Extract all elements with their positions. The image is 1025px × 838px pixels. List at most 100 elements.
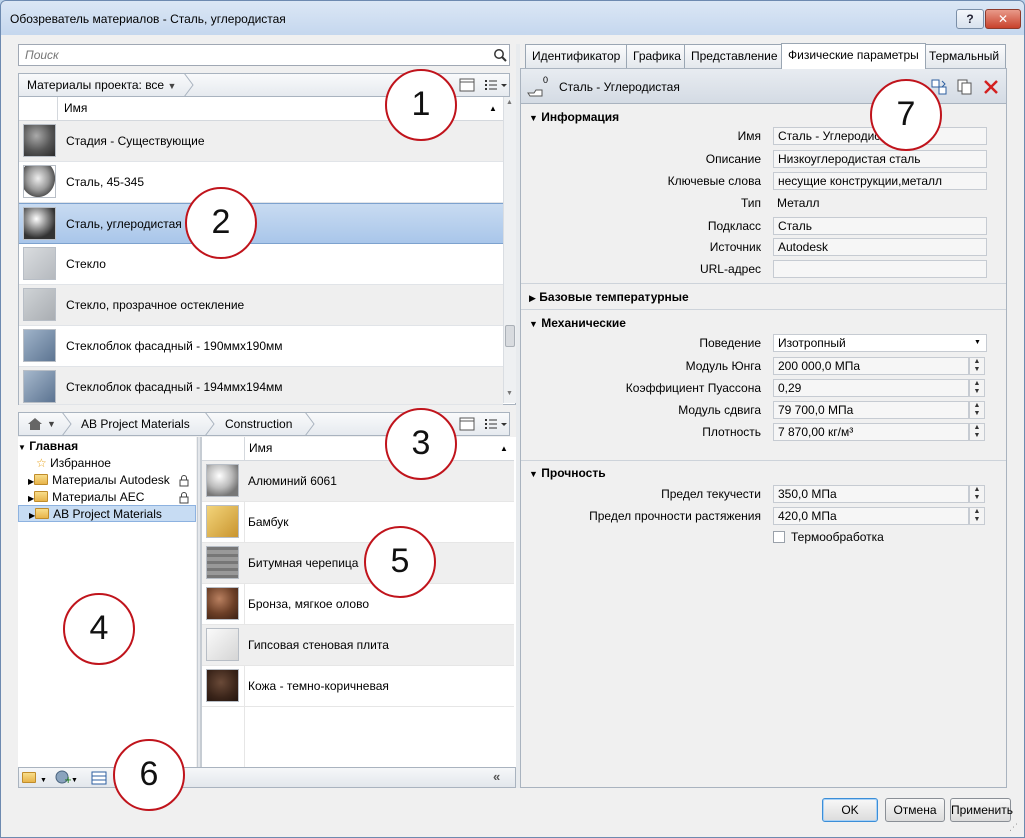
behavior-select[interactable]: Изотропный ▼	[773, 334, 987, 352]
toggle-panel-icon[interactable]	[459, 417, 475, 431]
resize-grip-icon[interactable]: ⋰	[1009, 823, 1018, 832]
folder-icon	[22, 772, 36, 783]
project-filter-dropdown[interactable]: Материалы проекта: все ▼	[27, 74, 176, 97]
folder-icon	[34, 491, 49, 502]
breadcrumb-item[interactable]: Construction	[225, 413, 292, 435]
subclass-field[interactable]: Сталь	[773, 217, 987, 235]
field-label: Предел текучести	[661, 487, 761, 501]
create-material-button[interactable]: + ▼	[55, 769, 78, 788]
expand-down-icon: ▼	[529, 113, 538, 123]
section-mechanical-header[interactable]: ▼ Механические	[529, 316, 626, 330]
tab-identity[interactable]: Идентификатор	[525, 44, 628, 68]
search-icon[interactable]	[493, 48, 507, 62]
section-strength-header[interactable]: ▼ Прочность	[529, 466, 606, 480]
spin-stepper[interactable]: ▲ ▼	[969, 379, 985, 397]
section-info-header[interactable]: ▼ Информация	[529, 110, 619, 124]
section-base-temp-header[interactable]: ▶ Базовые температурные	[529, 290, 689, 304]
list-item[interactable]: Стекло, прозрачное остекление	[19, 285, 503, 326]
lock-icon	[179, 475, 189, 487]
description-field[interactable]: Низкоуглеродистая сталь	[773, 150, 987, 168]
delete-asset-icon[interactable]	[983, 79, 999, 95]
column-header[interactable]: Имя ▲	[202, 437, 514, 461]
list-item-selected[interactable]: Сталь, углеродистая	[19, 203, 503, 244]
close-button[interactable]: ✕	[985, 9, 1021, 29]
material-thumbnail	[23, 124, 56, 157]
tree-item-autodesk[interactable]: ▶ Материалы Autodesk	[28, 472, 196, 489]
list-item-label: Стадия - Существующие	[66, 134, 205, 148]
column-divider	[57, 97, 58, 121]
star-icon: ☆	[36, 456, 47, 470]
list-item-label: Алюминий 6061	[248, 474, 337, 488]
list-item[interactable]: Стеклоблок фасадный - 194ммх194мм	[19, 367, 503, 405]
keywords-field[interactable]: несущие конструкции,металл	[773, 172, 987, 190]
list-item[interactable]: Гипсовая стеновая плита	[202, 625, 514, 666]
breadcrumb-arrow-icon	[204, 412, 215, 436]
url-field[interactable]	[773, 260, 987, 278]
duplicate-asset-icon[interactable]	[957, 79, 973, 95]
apply-button[interactable]: Применить	[950, 798, 1013, 822]
list-item-label: Сталь, 45-345	[66, 175, 144, 189]
list-item[interactable]: Битумная черепица	[202, 543, 514, 584]
list-item[interactable]: Сталь, 45-345	[19, 162, 503, 203]
scroll-down-icon[interactable]: ▼	[506, 390, 513, 397]
asset-browser-icon[interactable]	[91, 771, 107, 785]
tensile-strength-field[interactable]: 420,0 МПа	[773, 507, 969, 525]
collapse-panel-icon[interactable]: «	[493, 769, 500, 784]
expand-down-icon: ▼	[529, 319, 538, 329]
divider	[521, 283, 1006, 284]
ok-button[interactable]: OK	[822, 798, 878, 822]
breadcrumb-arrow-icon	[61, 412, 72, 436]
list-item[interactable]: Кожа - темно-коричневая	[202, 666, 514, 707]
divider	[521, 309, 1006, 310]
callout-7: 7	[870, 79, 942, 151]
view-options-icon[interactable]	[484, 78, 508, 92]
breadcrumb-item[interactable]: AB Project Materials	[81, 413, 190, 435]
yield-strength-field[interactable]: 350,0 МПа	[773, 485, 969, 503]
source-field[interactable]: Autodesk	[773, 238, 987, 256]
search-box[interactable]	[18, 44, 510, 66]
svg-text:+: +	[64, 775, 71, 785]
tree-root[interactable]: ▼ Главная	[18, 438, 78, 455]
list-item[interactable]: Стекло	[19, 244, 503, 285]
heat-treatment-checkbox[interactable]	[773, 531, 785, 543]
chevron-down-icon: ▼	[71, 777, 78, 784]
cancel-button[interactable]: Отмена	[885, 798, 945, 822]
list-item[interactable]: Бамбук	[202, 502, 514, 543]
home-icon[interactable]	[27, 417, 43, 431]
list-item[interactable]: Бронза, мягкое олово	[202, 584, 514, 625]
scrollbar-thumb[interactable]	[505, 325, 515, 347]
tree-item-aec[interactable]: ▶ Материалы AEC	[28, 489, 196, 506]
hand-icon	[527, 89, 543, 97]
spin-stepper[interactable]: ▲ ▼	[969, 401, 985, 419]
list-item[interactable]: Стеклоблок фасадный - 190ммх190мм	[19, 326, 503, 367]
sort-asc-icon: ▲	[489, 104, 497, 113]
field-label: Описание	[705, 152, 761, 166]
tab-graphics[interactable]: Графика	[626, 44, 688, 68]
type-value: Металл	[777, 196, 820, 210]
view-options-icon[interactable]	[484, 417, 508, 431]
chevron-down-icon[interactable]: ▼	[47, 413, 56, 435]
field-label: Плотность	[702, 425, 761, 439]
manage-libraries-button[interactable]: ▼	[22, 771, 47, 785]
tab-thermal[interactable]: Термальный	[922, 44, 1007, 68]
tab-appearance[interactable]: Представление	[684, 44, 785, 68]
list-item[interactable]: Алюминий 6061	[202, 461, 514, 502]
project-list-scrollbar[interactable]: ▲ ▼	[503, 97, 517, 403]
tab-physical[interactable]: Физические параметры	[781, 43, 926, 69]
material-thumbnail	[206, 628, 239, 661]
spin-stepper[interactable]: ▲ ▼	[969, 507, 985, 525]
shear-modulus-field[interactable]: 79 700,0 МПа	[773, 401, 969, 419]
young-modulus-field[interactable]: 200 000,0 МПа	[773, 357, 969, 375]
scroll-up-icon[interactable]: ▲	[506, 99, 513, 106]
project-materials-list: Имя ▲ Стадия - Существующие Сталь, 45-34…	[18, 97, 517, 405]
help-button[interactable]: ?	[956, 9, 984, 29]
spin-stepper[interactable]: ▲ ▼	[969, 357, 985, 375]
spin-stepper[interactable]: ▲ ▼	[969, 485, 985, 503]
spin-stepper[interactable]: ▲ ▼	[969, 423, 985, 441]
poisson-field[interactable]: 0,29	[773, 379, 969, 397]
toggle-panel-icon[interactable]	[459, 78, 475, 92]
tree-item-ab-project-selected[interactable]: ▶ AB Project Materials	[18, 505, 196, 522]
density-field[interactable]: 7 870,00 кг/м³	[773, 423, 969, 441]
tree-item-favorites[interactable]: ☆ Избранное	[36, 455, 111, 472]
search-input[interactable]	[19, 45, 479, 65]
